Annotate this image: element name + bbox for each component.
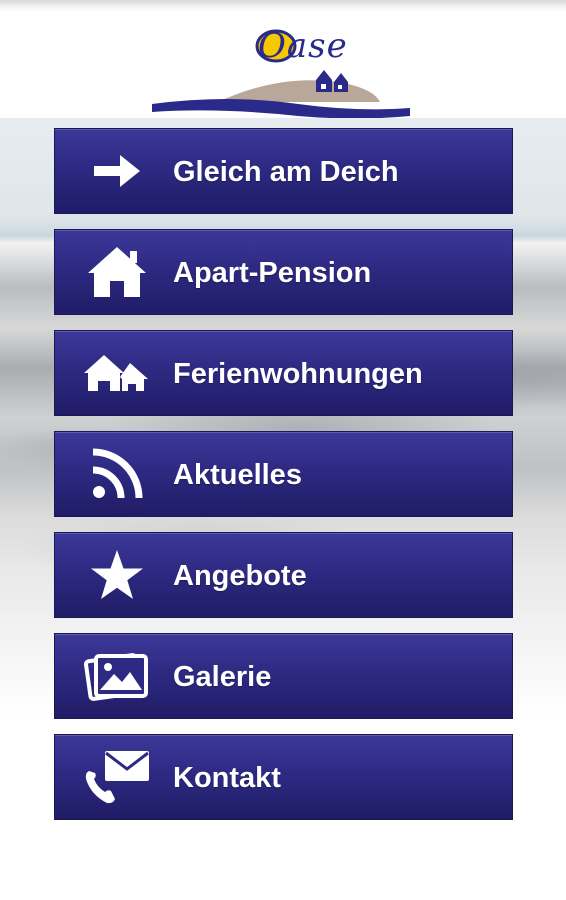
menu-item-label: Galerie: [173, 661, 272, 693]
menu-item-label: Apart-Pension: [173, 257, 372, 289]
menu-item-label: Kontakt: [173, 762, 281, 794]
menu-item-label: Aktuelles: [173, 459, 302, 491]
menu-item-gleich-am-deich[interactable]: Gleich am Deich: [54, 128, 513, 214]
menu-item-ferienwohnungen[interactable]: Ferienwohnungen: [54, 330, 513, 416]
menu-item-galerie[interactable]: Galerie: [54, 633, 513, 719]
arrow-right-icon: [83, 142, 151, 200]
logo: Oase: [148, 22, 418, 122]
phone-mail-icon: [83, 748, 151, 806]
gallery-icon: [83, 647, 151, 705]
star-icon: [83, 546, 151, 604]
menu-item-label: Angebote: [173, 560, 307, 592]
main-menu: Gleich am Deich Apart-Pension Ferienwohn…: [54, 128, 513, 835]
menu-item-label: Gleich am Deich: [173, 156, 399, 188]
menu-item-label: Ferienwohnungen: [173, 358, 423, 390]
rss-icon: [83, 445, 151, 503]
logo-text: Oase: [258, 26, 348, 66]
status-bar-strip: [0, 0, 566, 12]
header: Oase: [0, 12, 566, 119]
house-icon: [83, 243, 151, 301]
menu-item-angebote[interactable]: Angebote: [54, 532, 513, 618]
menu-item-apart-pension[interactable]: Apart-Pension: [54, 229, 513, 315]
menu-item-aktuelles[interactable]: Aktuelles: [54, 431, 513, 517]
menu-item-kontakt[interactable]: Kontakt: [54, 734, 513, 820]
houses-icon: [83, 344, 151, 402]
